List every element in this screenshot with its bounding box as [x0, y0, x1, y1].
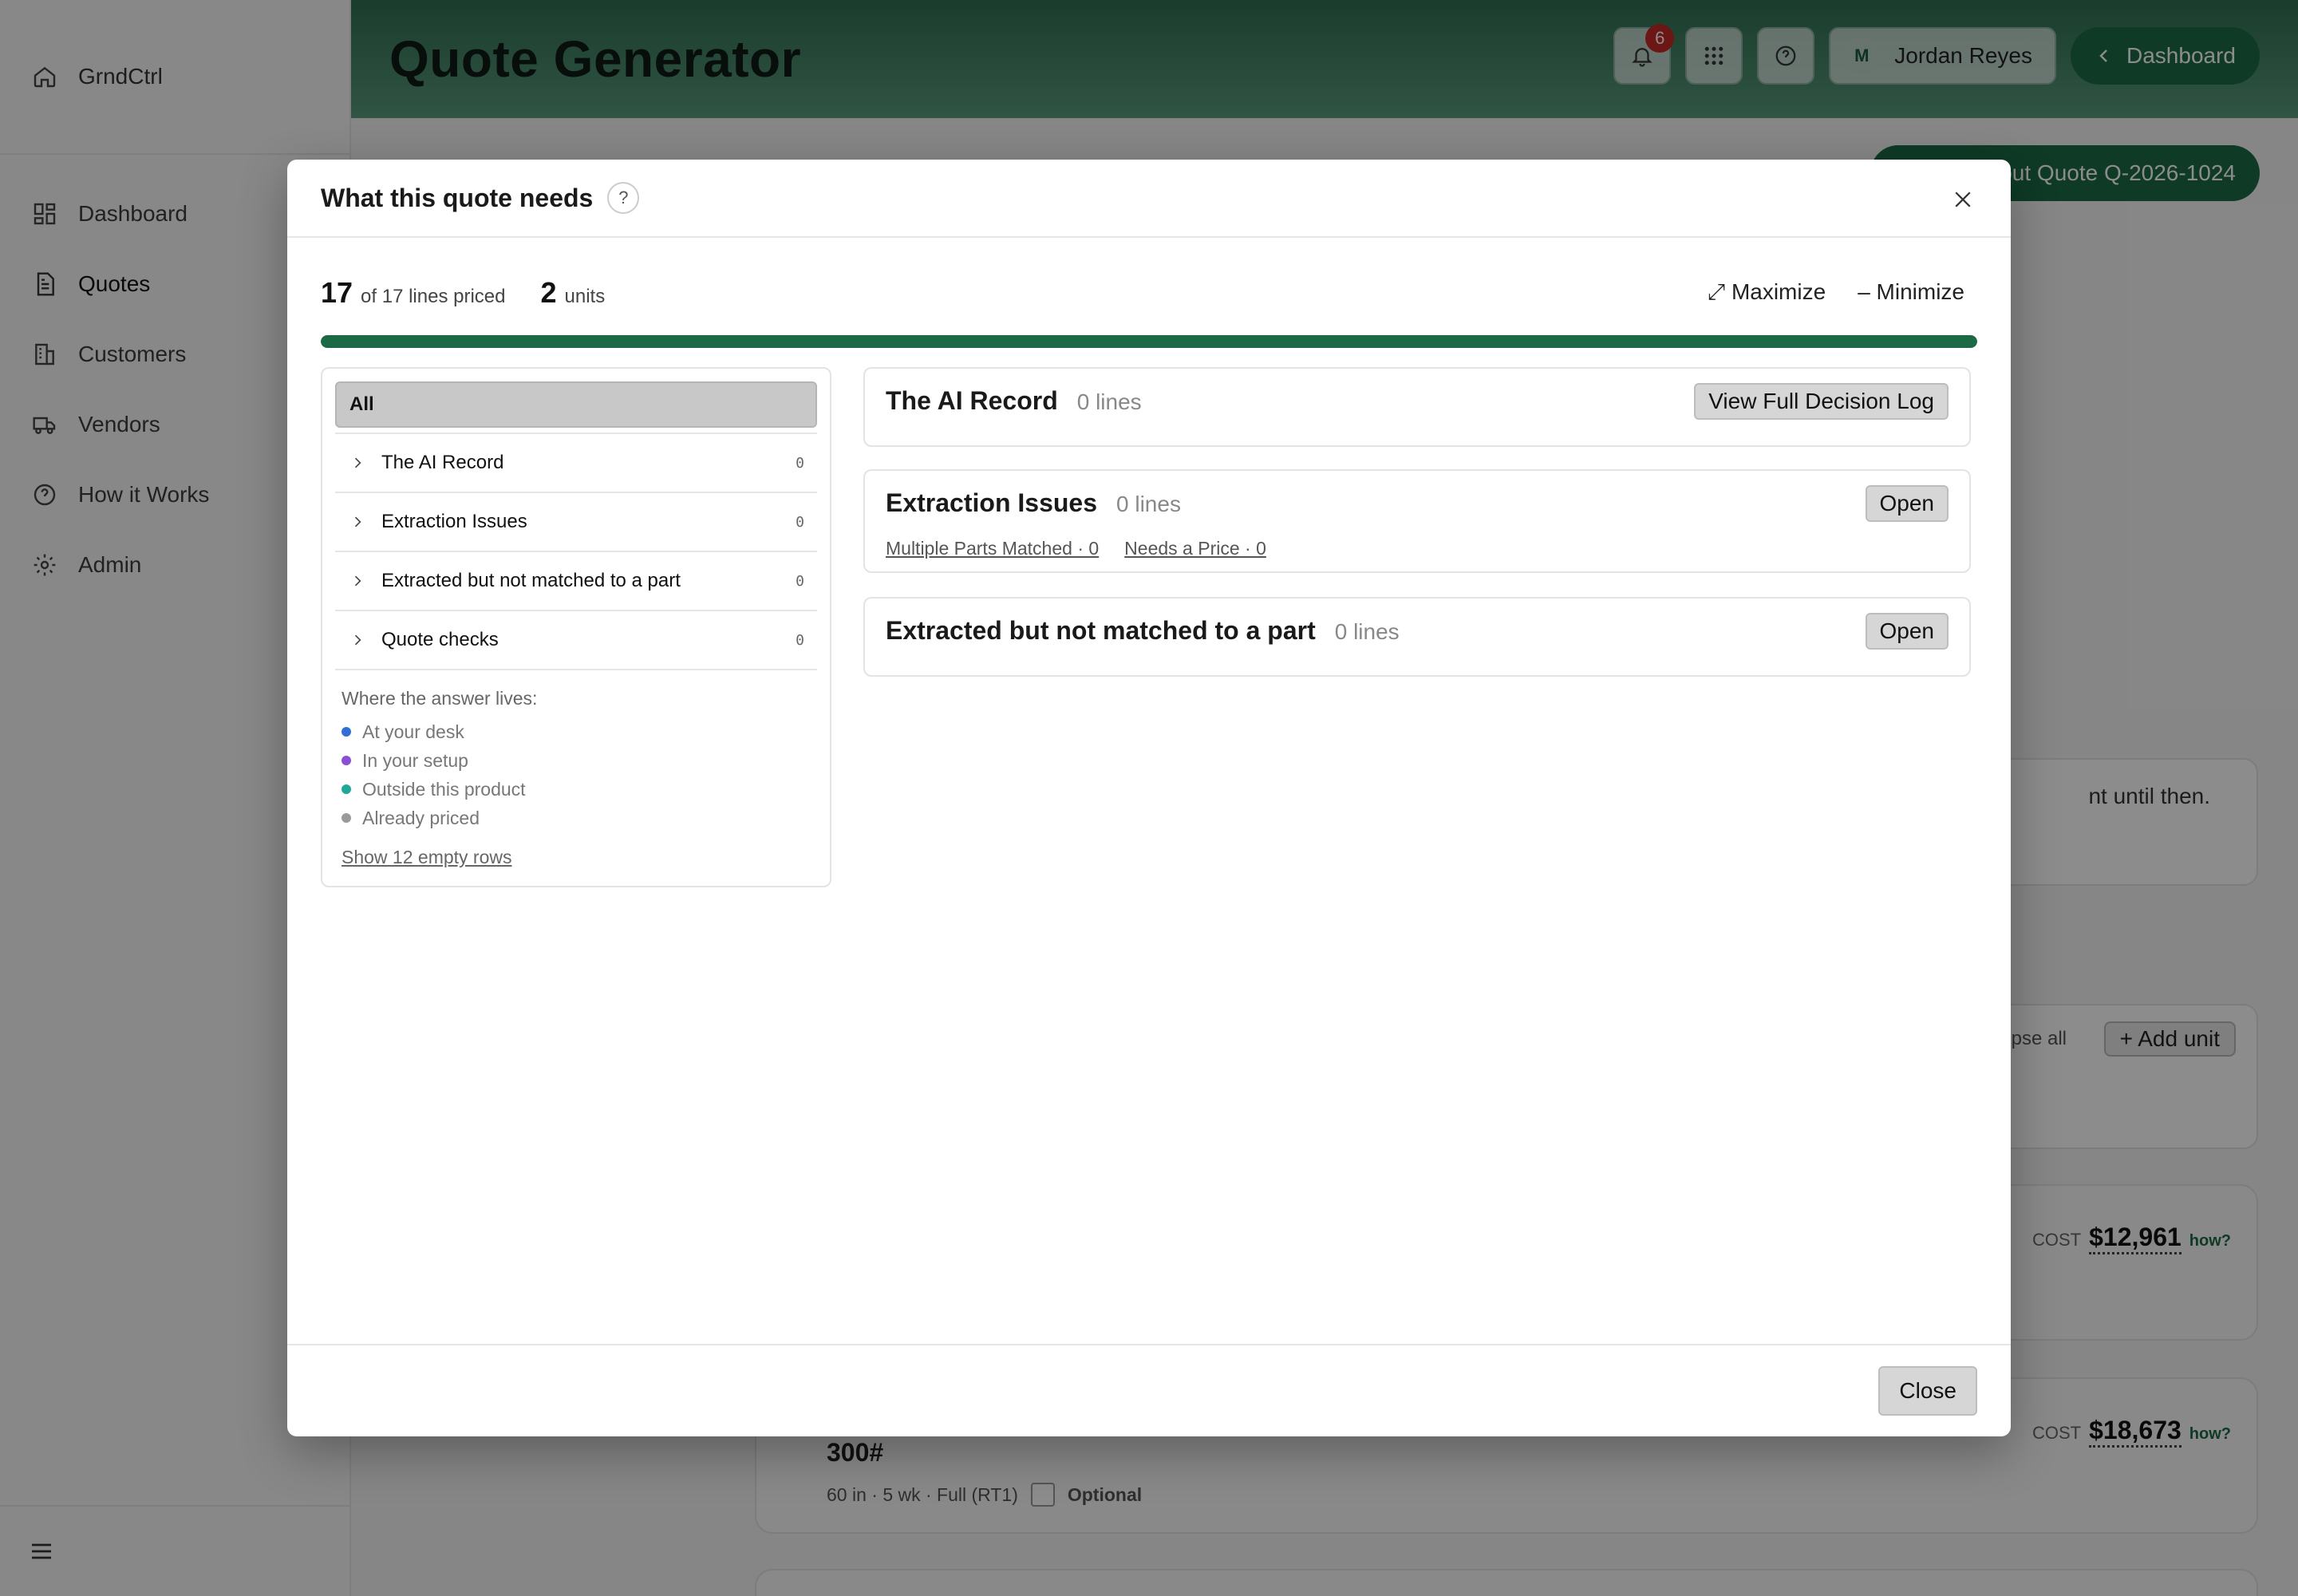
tree-item-extraction-issues[interactable]: Extraction Issues 0	[335, 493, 817, 552]
section-ai-record: The AI Record 0 lines View Full Decision…	[863, 367, 1971, 447]
tree-item-label: Extraction Issues	[381, 511, 527, 532]
tree-item-ai-record[interactable]: The AI Record 0	[335, 434, 817, 493]
legend-item: Already priced	[342, 804, 811, 832]
tree-item-count: 0	[796, 454, 804, 472]
legend-dot	[342, 727, 351, 737]
tree-item-label: Quote checks	[381, 629, 499, 650]
legend-dot	[342, 813, 351, 823]
legend: Where the answer lives: At your desk In …	[335, 670, 817, 868]
section-count: 0 lines	[1076, 389, 1142, 414]
units-count: 2	[540, 276, 557, 309]
tree-item-count: 0	[796, 513, 804, 531]
maximize-button[interactable]: ⤢ Maximize	[1708, 279, 1826, 306]
legend-dot	[342, 784, 351, 794]
modal-footer: Close	[287, 1344, 2011, 1436]
show-empty-rows-link[interactable]: Show 12 empty rows	[342, 847, 811, 868]
tree-item-label: The AI Record	[381, 452, 504, 473]
priced-progress-bar	[321, 335, 1977, 348]
chevron-right-icon	[354, 634, 361, 646]
section-unmatched: Extracted but not matched to a part 0 li…	[863, 597, 1971, 677]
legend-item: In your setup	[342, 746, 811, 775]
section-title: Extraction Issues	[886, 488, 1097, 517]
section-count: 0 lines	[1334, 619, 1400, 644]
legend-dot	[342, 756, 351, 765]
open-unmatched-button[interactable]: Open	[1865, 613, 1949, 650]
progress-fill	[321, 335, 1977, 348]
modal-help-button[interactable]: ?	[607, 182, 640, 214]
legend-item: Outside this product	[342, 775, 811, 804]
legend-item: At your desk	[342, 717, 811, 746]
close-button[interactable]: Close	[1878, 1366, 1977, 1416]
multiple-parts-matched-link[interactable]: Multiple Parts Matched · 0	[886, 538, 1099, 559]
close-icon	[1955, 192, 1971, 207]
priced-summary: 17 of 17 lines priced 2 units	[321, 276, 605, 310]
tree-item-count: 0	[796, 631, 804, 649]
section-title: Extracted but not matched to a part	[886, 616, 1316, 645]
section-title: The AI Record	[886, 386, 1058, 415]
minimize-button[interactable]: – Minimize	[1858, 279, 1964, 306]
priced-text: of 17 lines priced	[361, 286, 506, 307]
chevron-right-icon	[354, 516, 361, 527]
modal-close-button[interactable]	[1947, 184, 1979, 215]
category-tree: All The AI Record 0 Extraction Issues 0 …	[321, 367, 831, 887]
needs-a-price-link[interactable]: Needs a Price · 0	[1124, 538, 1266, 559]
legend-title: Where the answer lives:	[342, 688, 538, 709]
view-decision-log-button[interactable]: View Full Decision Log	[1694, 383, 1949, 420]
section-extraction-issues: Extraction Issues 0 lines Open Multiple …	[863, 469, 1971, 573]
tree-item-count: 0	[796, 572, 804, 590]
chevron-right-icon	[354, 575, 361, 587]
section-count: 0 lines	[1116, 492, 1181, 516]
modal-title: What this quote needs	[321, 183, 594, 212]
units-text: units	[564, 286, 606, 307]
tree-item-unmatched[interactable]: Extracted but not matched to a part 0	[335, 552, 817, 611]
tree-item-quote-checks[interactable]: Quote checks 0	[335, 611, 817, 670]
quote-needs-modal: What this quote needs ? 17 of 17 lines p…	[287, 160, 2011, 1436]
chevron-right-icon	[354, 457, 361, 468]
open-extraction-issues-button[interactable]: Open	[1865, 485, 1949, 522]
tree-item-all[interactable]: All	[335, 381, 817, 428]
priced-count: 17	[321, 276, 353, 309]
tree-item-label: Extracted but not matched to a part	[381, 570, 681, 591]
